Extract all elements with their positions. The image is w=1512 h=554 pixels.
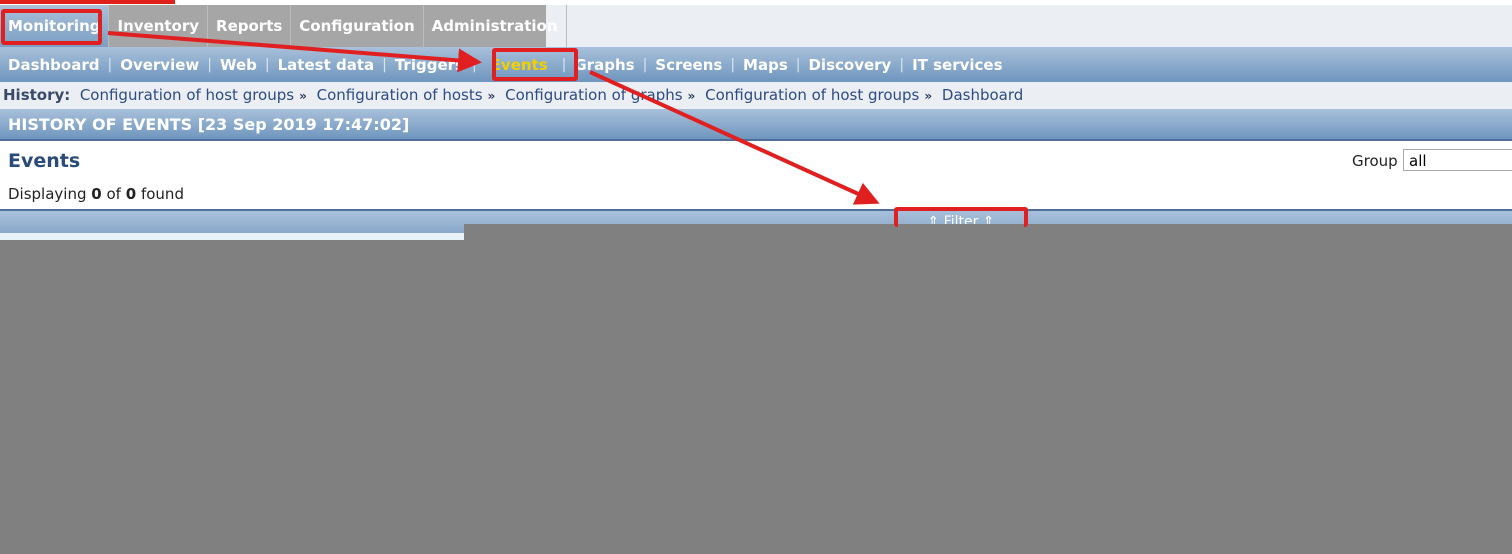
- arrow: [589, 70, 880, 205]
- annotation-arrows: [107, 31, 880, 205]
- arrow: [107, 31, 482, 73]
